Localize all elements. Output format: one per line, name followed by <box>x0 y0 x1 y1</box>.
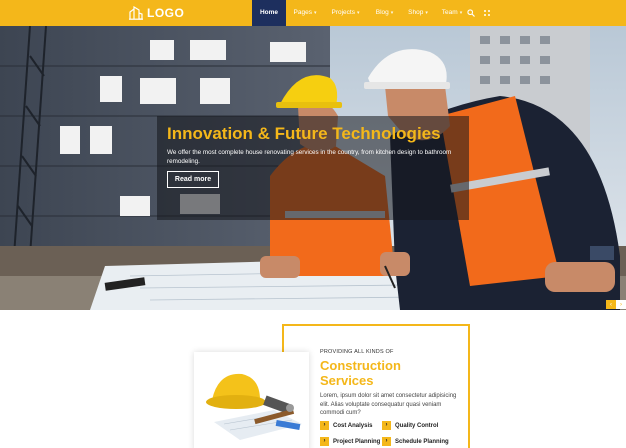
nav-shop-label: Shop <box>408 9 424 16</box>
building-logo-icon <box>129 6 143 20</box>
slider-next-arrow-icon[interactable]: › <box>616 300 626 309</box>
read-more-button[interactable]: Read more <box>167 171 219 188</box>
service-item-label: Cost Analysis <box>333 422 373 429</box>
services-title: Construction Services <box>320 358 401 388</box>
service-item-label: Project Planning <box>333 438 381 445</box>
chevron-right-icon: › <box>382 421 391 430</box>
chevron-down-icon: ▾ <box>356 10 360 16</box>
nav-blog-label: Blog <box>375 9 389 16</box>
chevron-right-icon: › <box>382 437 391 446</box>
hero-slider: Innovation & Future Technologies We offe… <box>0 26 626 310</box>
chevron-right-icon: › <box>320 421 329 430</box>
nav-blog[interactable]: Blog ▾ <box>367 0 402 26</box>
site-header: LOGO Home Pages ▾ Projects ▾ Blog ▾ Shop ▾ T… <box>0 0 626 26</box>
chevron-down-icon: ▾ <box>425 10 428 16</box>
chevron-down-icon: ▾ <box>459 10 463 16</box>
chevron-right-icon: › <box>320 437 329 446</box>
services-title-line1: Construction <box>320 358 401 373</box>
nav-team[interactable]: Team ▾ <box>434 0 470 26</box>
services-title-line2: Services <box>320 373 374 388</box>
slider-prev-arrow-icon[interactable]: ‹ <box>606 300 616 309</box>
search-icon[interactable] <box>466 8 476 18</box>
services-image <box>194 352 309 448</box>
services-kicker: PROVIDING ALL KINDS OF <box>320 349 394 355</box>
hardhat-tools-image <box>194 352 309 448</box>
header-tools <box>466 8 492 18</box>
service-item-label: Schedule Planning <box>395 438 449 445</box>
nav-shop[interactable]: Shop ▾ <box>402 0 434 26</box>
hero-description: We offer the most complete house renovat… <box>167 149 452 165</box>
menu-dots-icon[interactable] <box>482 8 492 18</box>
service-item-label: Quality Control <box>395 422 439 429</box>
nav-projects[interactable]: Projects ▾ <box>324 0 367 26</box>
service-item-project-planning[interactable]: › Project Planning <box>320 437 382 446</box>
chevron-down-icon: ▾ <box>313 10 317 16</box>
nav-projects-label: Projects <box>331 9 355 16</box>
logo[interactable]: LOGO <box>129 5 184 21</box>
nav-home[interactable]: Home <box>252 0 286 26</box>
nav-home-label: Home <box>259 9 279 16</box>
services-description: Lorem, ipsum dolor sit amet consectetur … <box>320 393 457 416</box>
chevron-down-icon: ▾ <box>390 10 394 16</box>
logo-text: LOGO <box>147 6 185 20</box>
hero-caption: Innovation & Future Technologies We offe… <box>157 116 469 220</box>
service-item-cost-analysis[interactable]: › Cost Analysis <box>320 421 382 430</box>
slider-arrows: ‹ › <box>606 300 626 309</box>
services-list: › Cost Analysis › Quality Control › Project… <box>320 421 460 446</box>
nav-pages[interactable]: Pages ▾ <box>286 0 324 26</box>
nav-pages-label: Pages <box>293 9 312 16</box>
nav-team-label: Team <box>441 9 458 16</box>
hero-title: Innovation & Future Technologies <box>167 124 441 143</box>
service-item-schedule-planning[interactable]: › Schedule Planning <box>382 437 460 446</box>
main-nav: Home Pages ▾ Projects ▾ Blog ▾ Shop ▾ Team ▾ <box>252 0 470 26</box>
service-item-quality-control[interactable]: › Quality Control <box>382 421 460 430</box>
